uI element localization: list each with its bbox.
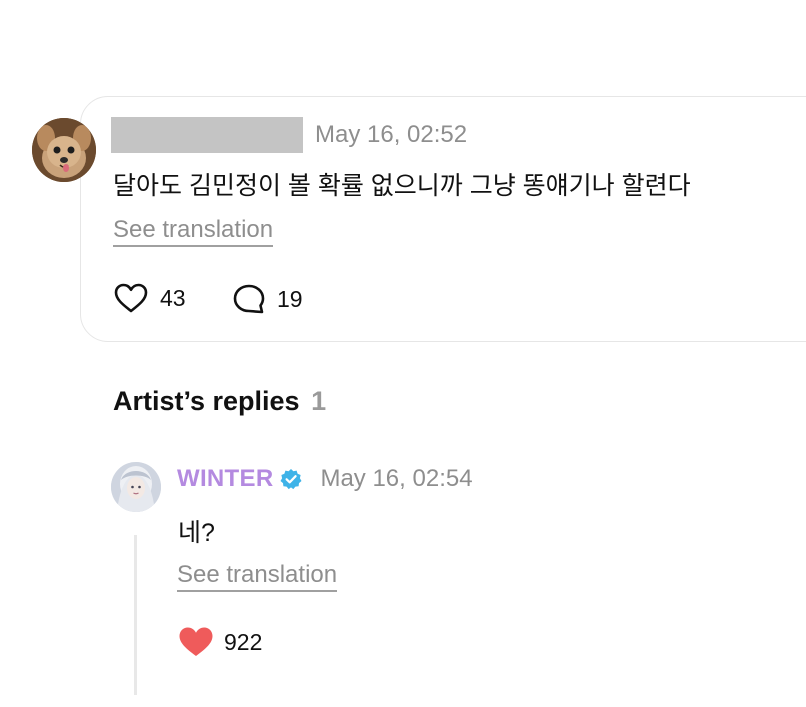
artist-replies-heading: Artist’s replies 1 xyxy=(113,386,326,417)
artist-replies-count: 1 xyxy=(311,386,327,416)
reply-timestamp: May 16, 02:54 xyxy=(320,465,473,492)
reply-thread-line xyxy=(134,535,137,695)
post-comment-count: 19 xyxy=(277,285,303,312)
post-like-count: 43 xyxy=(160,284,186,311)
reply-text: 네? xyxy=(178,519,215,547)
post-like-button[interactable]: 43 xyxy=(114,283,186,313)
redacted-username xyxy=(111,117,303,153)
heart-outline-icon xyxy=(114,283,148,313)
reply-like-count: 922 xyxy=(224,628,263,655)
heart-filled-icon xyxy=(178,626,214,658)
post-timestamp: May 16, 02:52 xyxy=(315,121,468,148)
reply-see-translation-link[interactable]: See translation xyxy=(177,561,338,592)
artist-replies-title: Artist’s replies xyxy=(113,386,300,416)
comment-bubble-icon xyxy=(232,283,266,315)
verified-badge-icon xyxy=(280,468,302,490)
post-see-translation-link[interactable]: See translation xyxy=(113,216,274,247)
reply-header: WINTER May 16, 02:54 xyxy=(177,465,473,493)
post-comment-button[interactable]: 19 xyxy=(232,283,303,315)
post-author-avatar[interactable] xyxy=(32,118,96,182)
post-text: 달아도 김민정이 볼 확률 없으니까 그냥 똥얘기나 할련다 xyxy=(113,172,691,200)
reply-like-button[interactable]: 922 xyxy=(178,626,262,658)
dog-avatar-image xyxy=(32,118,96,182)
artist-name[interactable]: WINTER xyxy=(177,465,273,493)
artist-avatar-image xyxy=(111,462,161,512)
artist-avatar[interactable] xyxy=(111,462,161,512)
